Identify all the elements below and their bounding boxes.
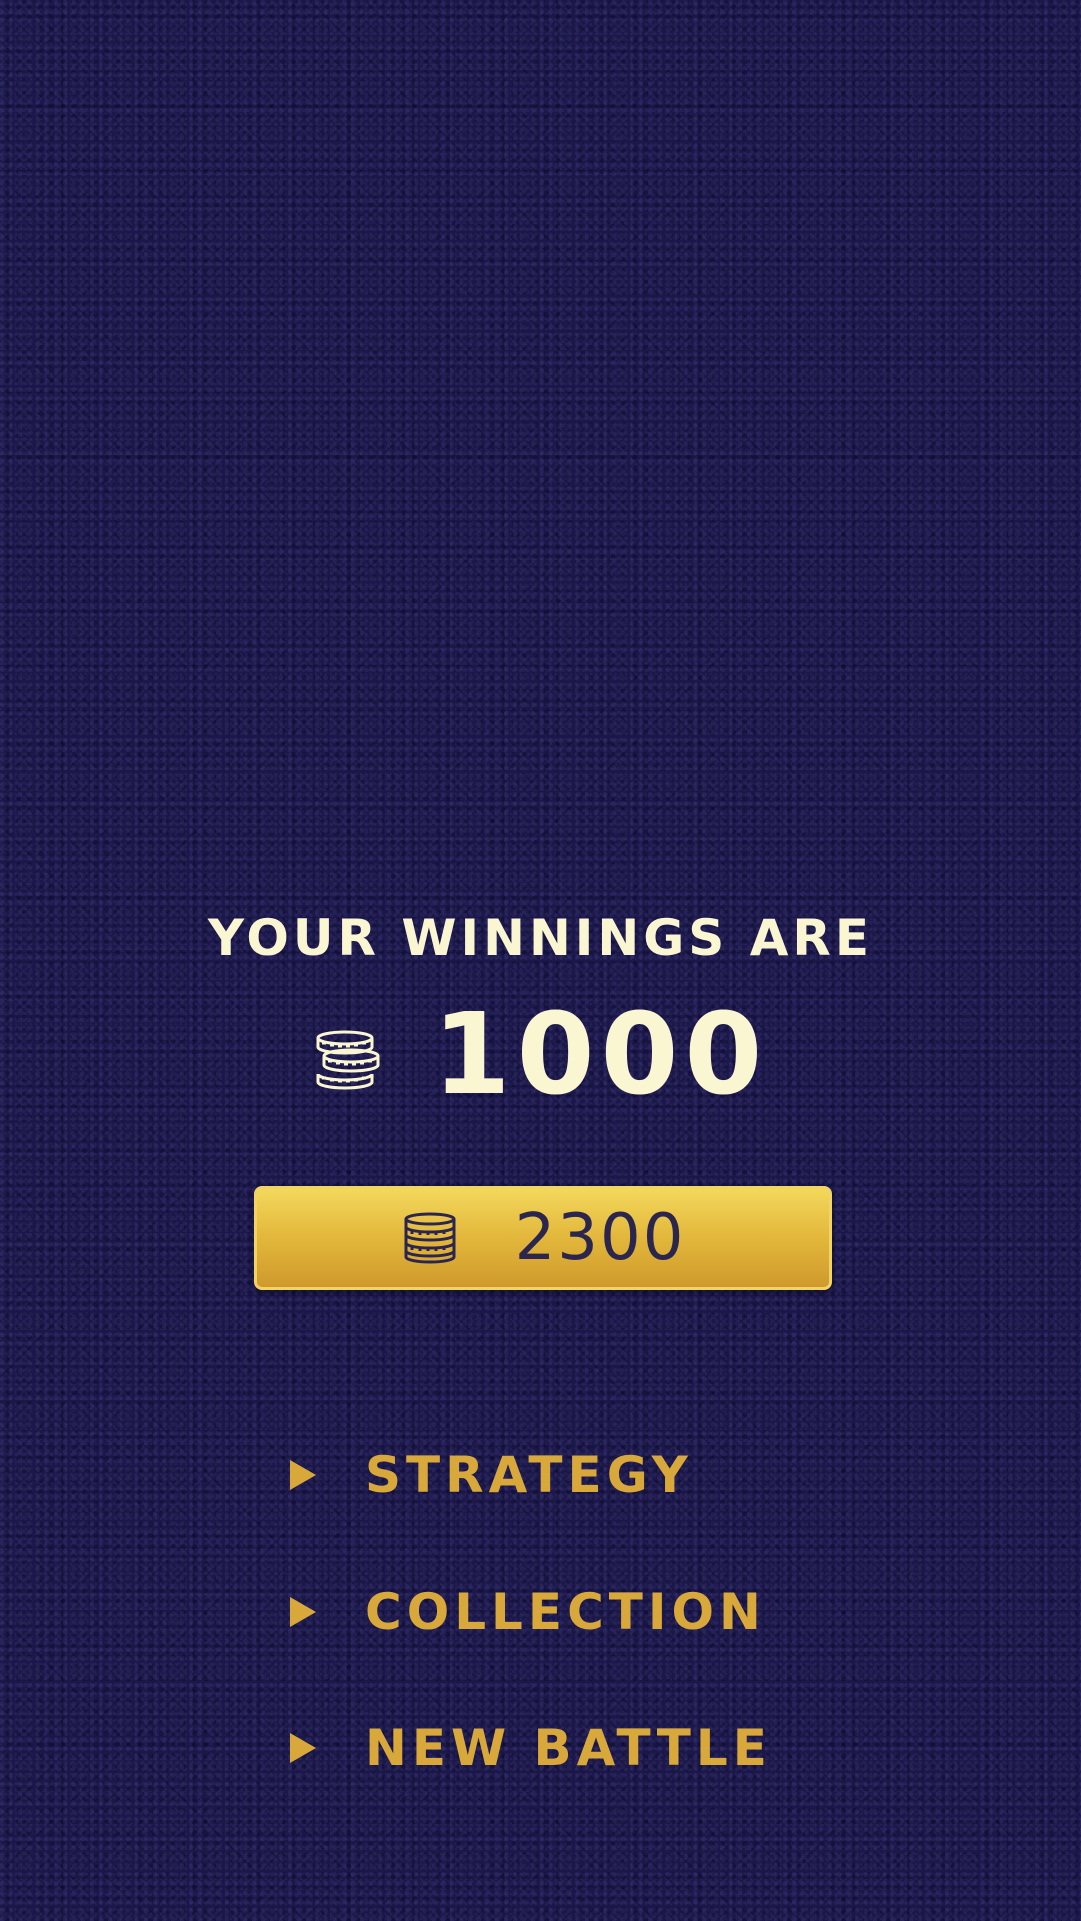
coin-stack-icon — [316, 1030, 380, 1090]
winnings-display: 1000 — [0, 995, 1081, 1115]
play-arrow-icon — [290, 1733, 316, 1763]
winnings-amount: 1000 — [432, 990, 769, 1120]
menu-label-new-battle: NEW BATTLE — [365, 1719, 772, 1777]
winnings-screen: YOUR WINNINGS ARE 1000 2300 STRATEGY COL… — [0, 0, 1081, 1921]
menu-label-strategy: STRATEGY — [365, 1446, 693, 1504]
play-arrow-icon — [290, 1460, 316, 1490]
coin-stack-icon — [404, 1212, 456, 1264]
coin-balance-value: 2300 — [514, 1201, 686, 1275]
menu-item-strategy[interactable]: STRATEGY — [288, 1440, 693, 1510]
winnings-title: YOUR WINNINGS ARE — [207, 909, 874, 967]
menu-item-collection[interactable]: COLLECTION — [288, 1577, 766, 1647]
coin-balance-button[interactable]: 2300 — [254, 1186, 832, 1290]
menu-item-new-battle[interactable]: NEW BATTLE — [288, 1713, 772, 1783]
play-arrow-icon — [290, 1597, 316, 1627]
menu-label-collection: COLLECTION — [365, 1583, 766, 1641]
